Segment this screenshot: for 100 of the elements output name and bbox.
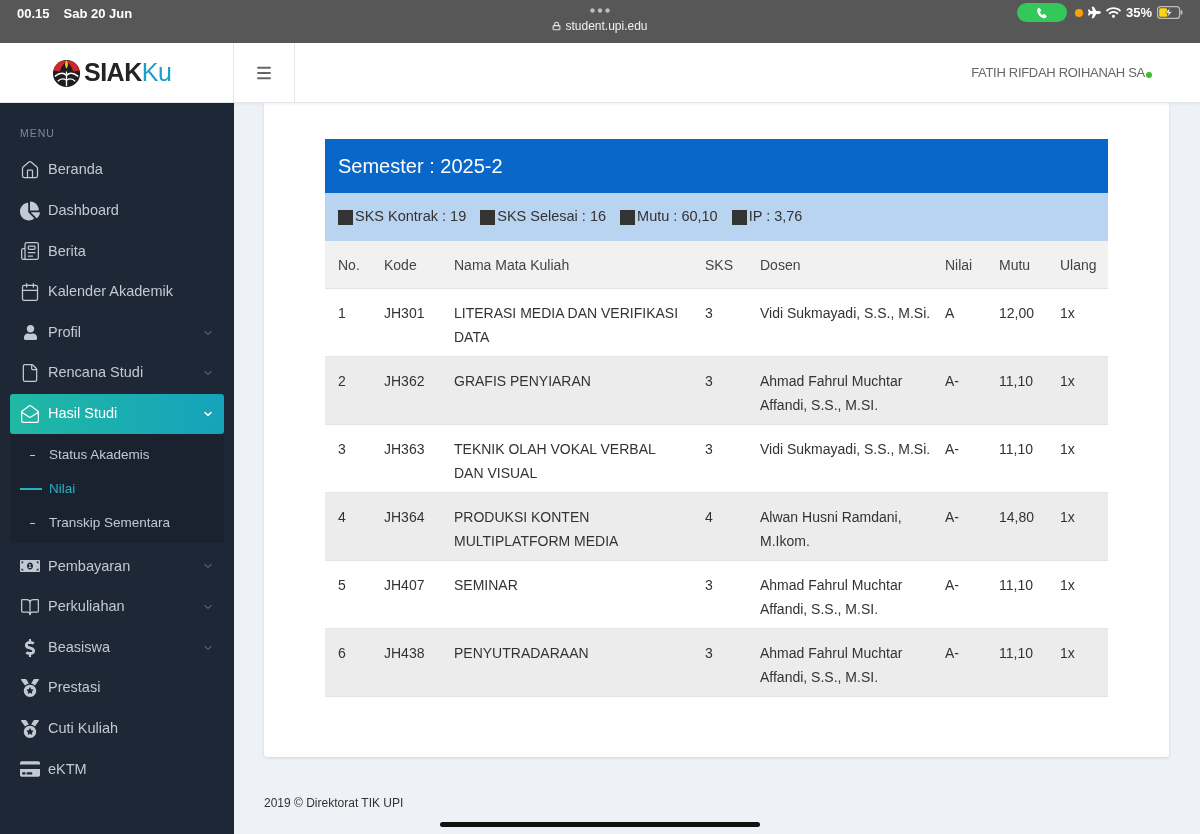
dash-icon bbox=[30, 522, 35, 524]
table-cell: JH407 bbox=[384, 577, 425, 593]
table-cell: Ahmad Fahrul Muchtar Affandi, S.S., M.SI. bbox=[760, 373, 903, 413]
table-cell: 1x bbox=[1060, 441, 1075, 457]
submenu-item[interactable]: Transkip Sementara bbox=[10, 506, 224, 541]
column-header: Ulang bbox=[1060, 256, 1097, 273]
summary-text: Mutu : 60,10 bbox=[637, 207, 718, 227]
table-cell: PENYUTRADARAAN bbox=[454, 645, 589, 661]
phone-icon[interactable] bbox=[1016, 3, 1067, 22]
calendar-icon bbox=[20, 282, 40, 303]
table-cell: Vidi Sukmayadi, S.S., M.Si. bbox=[760, 441, 931, 457]
column-header: SKS bbox=[705, 256, 733, 273]
semester-title: Semester : 2025-2 bbox=[338, 154, 503, 179]
table-cell: Vidi Sukmayadi, S.S., M.Si. bbox=[760, 305, 931, 321]
table-cell: 11,10 bbox=[999, 373, 1033, 389]
table-cell: 1 bbox=[338, 305, 346, 321]
table-cell: 1x bbox=[1060, 509, 1075, 525]
indicator-dot-icon bbox=[1074, 9, 1083, 17]
footer-text: 2019 © Direktorat TIK UPI bbox=[264, 796, 404, 810]
wifi-icon bbox=[1105, 6, 1121, 19]
pie-chart-icon bbox=[20, 200, 40, 221]
sidebar-item[interactable]: Profil bbox=[10, 312, 224, 353]
table-cell: A bbox=[945, 305, 955, 321]
sidebar-item[interactable]: eKTM bbox=[10, 749, 224, 790]
square-icon bbox=[480, 209, 496, 225]
sidebar-item[interactable]: Beranda bbox=[10, 150, 224, 191]
sidebar-item[interactable]: Perkuliahan bbox=[10, 586, 224, 628]
table-cell: GRAFIS PENYIARAN bbox=[454, 373, 591, 389]
table-cell: JH364 bbox=[384, 509, 425, 525]
submenu-item[interactable]: Nilai bbox=[10, 472, 224, 507]
table-cell: JH301 bbox=[384, 305, 425, 321]
sidebar-item[interactable]: Prestasi bbox=[10, 667, 224, 709]
table-cell: 1x bbox=[1060, 645, 1075, 661]
table-cell: 3 bbox=[705, 373, 713, 389]
logo-text: SIAKKu bbox=[84, 60, 172, 85]
clock-time: 00.15 bbox=[17, 5, 50, 23]
sidebar-item[interactable]: Kalender Akademik bbox=[10, 271, 224, 313]
table-cell: 1x bbox=[1060, 577, 1075, 593]
table-cell: 3 bbox=[338, 441, 346, 457]
table-cell: A- bbox=[945, 373, 959, 389]
sidebar-item[interactable]: Pembayaran bbox=[10, 546, 224, 587]
column-header: Mutu bbox=[999, 256, 1031, 273]
table-cell: LITERASI MEDIA DAN VERIFIKASI DATA bbox=[454, 305, 679, 345]
table-cell: Alwan Husni Ramdani, M.Ikom. bbox=[760, 509, 902, 549]
book-icon bbox=[20, 597, 40, 618]
date-text: Sab 20 Jun bbox=[63, 5, 133, 23]
summary-text: SKS Kontrak : 19 bbox=[355, 207, 467, 227]
newspaper-icon bbox=[20, 241, 40, 262]
sidebar-item[interactable]: Dashboard bbox=[10, 190, 224, 232]
more-dots-icon[interactable] bbox=[590, 8, 610, 13]
table-cell: 3 bbox=[705, 305, 713, 321]
user-name[interactable]: FATIH RIFDAH ROIHANAH SA bbox=[971, 62, 1145, 83]
square-icon bbox=[338, 209, 353, 225]
table-cell: 11,10 bbox=[999, 645, 1033, 661]
table-cell: Ahmad Fahrul Muchtar Affandi, S.S., M.SI. bbox=[760, 577, 903, 617]
file-icon bbox=[20, 363, 40, 384]
sidebar-item[interactable]: Cuti Kuliah bbox=[10, 708, 224, 750]
sidebar-item[interactable]: Berita bbox=[10, 231, 224, 272]
table-cell: 5 bbox=[338, 577, 346, 593]
online-dot-icon bbox=[1146, 72, 1152, 78]
table-cell: A- bbox=[945, 577, 959, 593]
table-cell: A- bbox=[945, 509, 959, 525]
summary-text: IP : 3,76 bbox=[748, 207, 803, 227]
column-header: Kode bbox=[384, 256, 417, 273]
column-header: Nilai bbox=[945, 256, 973, 273]
table-cell: PRODUKSI KONTEN MULTIPLATFORM MEDIA bbox=[454, 509, 619, 549]
table-cell: 2 bbox=[338, 373, 346, 389]
table-cell: JH362 bbox=[384, 373, 425, 389]
battery-percent: 35% bbox=[1125, 4, 1152, 22]
dash-icon bbox=[20, 488, 42, 491]
table-cell: 6 bbox=[338, 645, 346, 661]
column-header: Dosen bbox=[760, 256, 801, 273]
table-cell: Ahmad Fahrul Muchtar Affandi, S.S., M.SI. bbox=[760, 645, 903, 685]
table-cell: 1x bbox=[1060, 373, 1075, 389]
table-cell: 11,10 bbox=[999, 577, 1033, 593]
table-cell: A- bbox=[945, 645, 959, 661]
url-text[interactable]: student.upi.edu bbox=[565, 19, 648, 33]
table-cell: SEMINAR bbox=[454, 577, 518, 593]
table-cell: 1x bbox=[1060, 305, 1075, 321]
square-icon bbox=[731, 209, 747, 225]
envelope-open-icon bbox=[20, 403, 40, 424]
dash-icon bbox=[30, 454, 35, 456]
column-header: No. bbox=[338, 256, 360, 273]
table-cell: 11,10 bbox=[999, 441, 1033, 457]
sidebar-item[interactable]: Rencana Studi bbox=[10, 352, 224, 394]
table-cell: 3 bbox=[705, 441, 713, 457]
sidebar-item[interactable]: Beasiswa bbox=[10, 627, 224, 668]
table-cell: JH363 bbox=[384, 441, 425, 457]
submenu-item[interactable]: Status Akademis bbox=[10, 438, 224, 473]
lock-icon bbox=[552, 21, 562, 31]
table-cell: 3 bbox=[705, 577, 713, 593]
table-cell: 12,00 bbox=[999, 305, 1035, 321]
table-cell: A- bbox=[945, 441, 959, 457]
credit-card-icon bbox=[20, 759, 40, 780]
user-icon bbox=[22, 325, 38, 341]
table-cell: 14,80 bbox=[999, 509, 1035, 525]
house-icon bbox=[20, 160, 40, 181]
table-cell: 4 bbox=[705, 509, 713, 525]
table-cell: JH438 bbox=[384, 645, 425, 661]
table-cell: 3 bbox=[705, 645, 713, 661]
